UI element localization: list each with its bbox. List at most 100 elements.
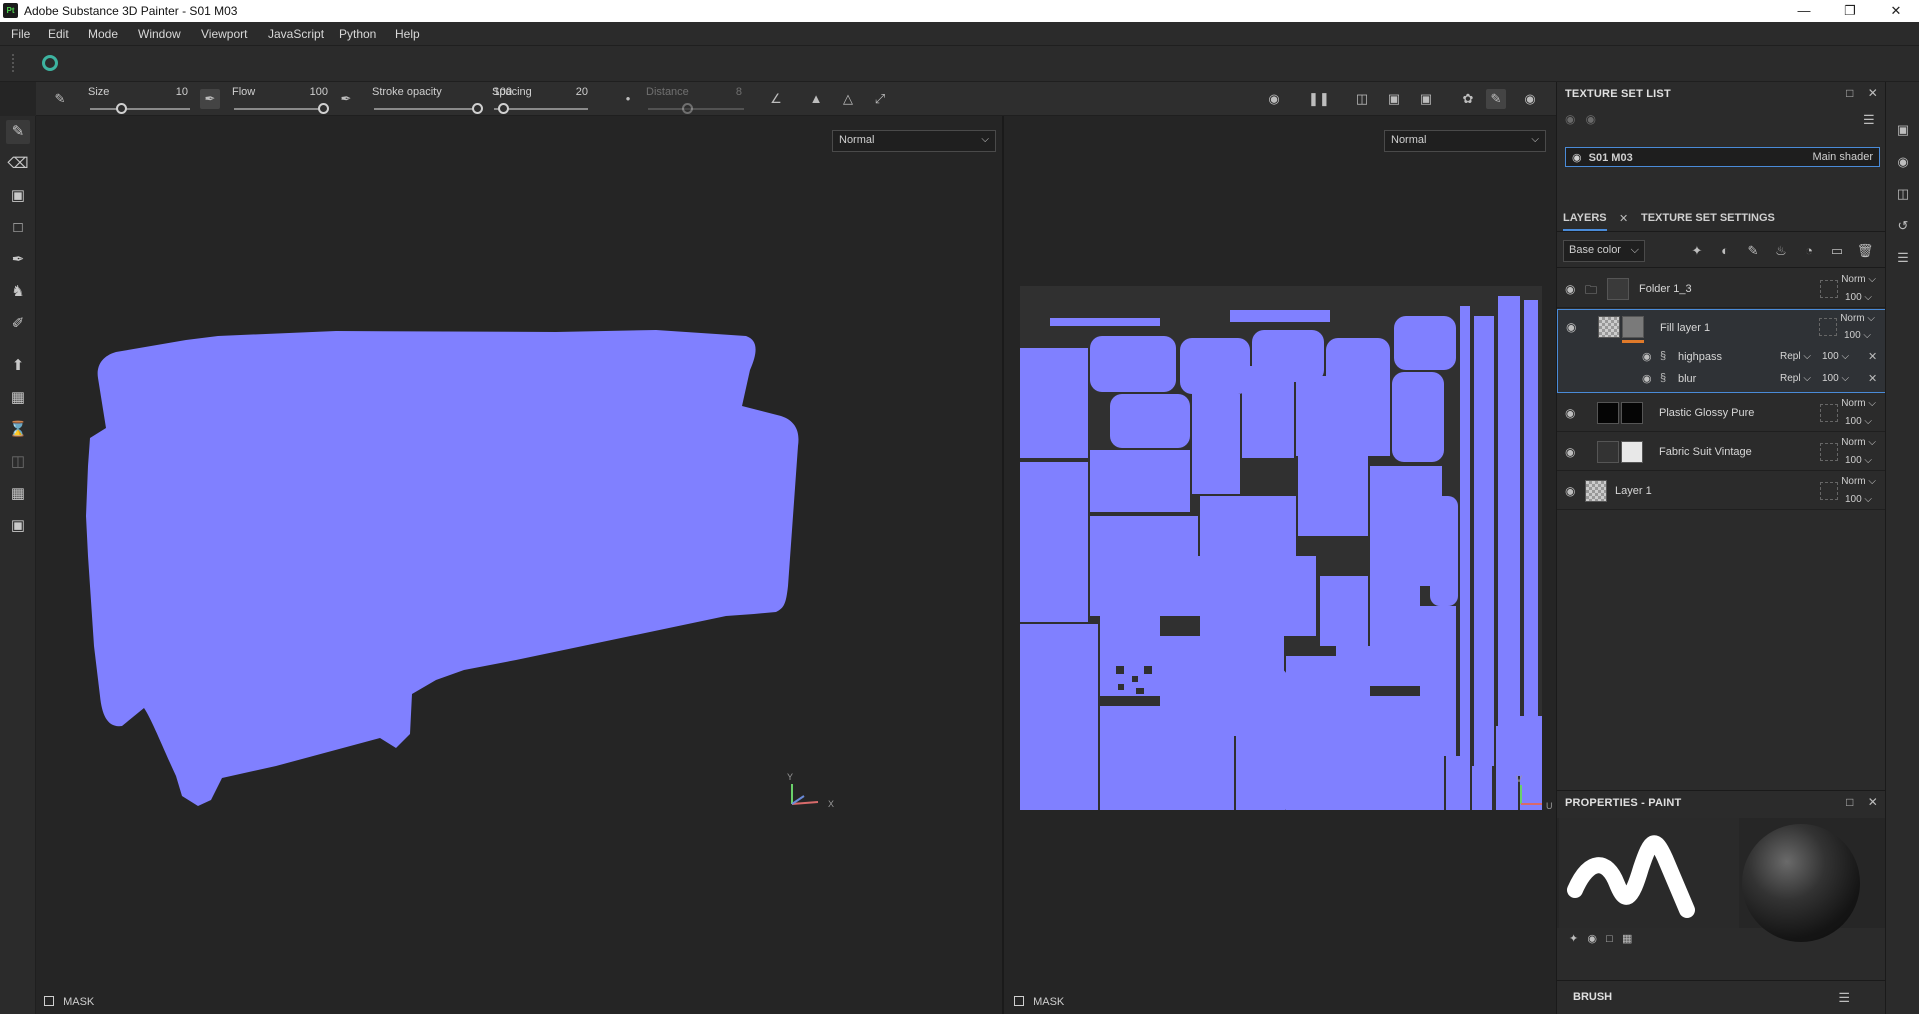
layer-opacity[interactable]: 100 ⌵ (1845, 455, 1872, 466)
restore-icon[interactable]: ❐ (1827, 0, 1873, 22)
shader-name[interactable]: Main shader (1812, 151, 1873, 163)
smudge-icon[interactable]: ✒ (6, 248, 30, 272)
eye-icon[interactable]: ◉ (1566, 320, 1576, 334)
layer-row-selected[interactable]: ◉ Fill layer 1 Norm ⌵ 100 ⌵ ◉ § highpass… (1557, 309, 1886, 393)
mask-placeholder[interactable] (1820, 404, 1838, 422)
assets-icon[interactable]: ◫ (1893, 184, 1913, 204)
history-icon[interactable]: ↺ (1893, 216, 1913, 236)
bake-mesh-icon[interactable]: ⬆ (6, 354, 30, 378)
hide-icon[interactable]: ◉ (1264, 89, 1284, 109)
viewport-2d[interactable]: Normal ⌵ V U MASK (1006, 116, 1556, 1014)
drag-grip-icon[interactable] (12, 54, 16, 72)
cube-icon[interactable]: ▣ (1384, 89, 1404, 109)
eye-icon[interactable]: ◉ (1642, 372, 1652, 385)
pause-icon[interactable]: ❚❚ (1308, 89, 1330, 109)
geometry-mask-icon[interactable]: □ (6, 216, 30, 240)
size-slider-knob[interactable] (116, 103, 127, 114)
add-smart-material-icon[interactable]: ◔ (1799, 241, 1819, 261)
layer-name[interactable]: Plastic Glossy Pure (1659, 407, 1754, 419)
mask-placeholder[interactable] (1819, 318, 1837, 336)
clone-stamp-icon[interactable]: ♞ (6, 280, 30, 304)
menu-help[interactable]: Help (395, 27, 420, 41)
export-icon[interactable]: ▦ (6, 482, 30, 506)
flow-value[interactable]: 100 (298, 86, 328, 98)
layer-name[interactable]: Fabric Suit Vintage (1659, 446, 1752, 458)
eraser-icon[interactable]: ⌫ (6, 152, 30, 176)
bake-icon[interactable]: ✿ (1458, 89, 1478, 109)
channel-select[interactable]: Base color ⌵ (1563, 240, 1645, 262)
stroke-opacity-slider-knob[interactable] (472, 103, 483, 114)
layer-row[interactable]: ◉ Plastic Glossy Pure Norm ⌵ 100 ⌵ (1557, 394, 1886, 432)
hourglass-icon[interactable]: ⌛ (6, 418, 30, 442)
shader-settings-icon[interactable]: ◉ (1893, 152, 1913, 172)
layer-blend-mode[interactable]: Norm ⌵ (1841, 274, 1876, 285)
tset-visibility-icons[interactable]: ◉ ◉ (1565, 112, 1596, 126)
remove-effect-icon[interactable]: ✕ (1868, 372, 1877, 385)
package-icon[interactable]: ▣ (6, 514, 30, 538)
viewport-2d-blend-select[interactable]: Normal ⌵ (1384, 130, 1546, 152)
effect-blend[interactable]: Repl ⌵ (1780, 373, 1811, 384)
menu-window[interactable]: Window (138, 27, 181, 41)
transform-icon[interactable]: ⤢ (870, 89, 890, 109)
paint-brush-icon[interactable]: ✎ (6, 120, 30, 144)
brush-settings-icons[interactable]: ✦ ◉ □ ▦ (1569, 932, 1632, 945)
menu-file[interactable]: File (11, 27, 30, 41)
display-settings-icon[interactable]: ▣ (1893, 120, 1913, 140)
size-slider[interactable] (90, 108, 190, 110)
delete-layer-icon[interactable]: 🗑 (1855, 241, 1875, 261)
uv-icon[interactable]: ▦ (6, 386, 30, 410)
close-tab-icon[interactable]: ✕ (1619, 212, 1628, 225)
flow-slider[interactable] (234, 108, 328, 110)
add-paint-layer-icon[interactable]: ✎ (1743, 241, 1763, 261)
effect-row[interactable]: ◉ § blur Repl ⌵ 100 ⌵ ✕ (1638, 370, 1886, 390)
stroke-pen-icon[interactable]: ✒ (336, 89, 356, 109)
brush-menu-icon[interactable]: ☰ (1838, 990, 1850, 1006)
paint-mode-icon[interactable]: ✎ (1486, 89, 1506, 109)
remove-effect-icon[interactable]: ✕ (1868, 350, 1877, 363)
float-panel-icon[interactable]: □ (1846, 86, 1853, 100)
viewport-3d[interactable]: Normal ⌵ Y X MASK (36, 116, 1004, 1014)
layer-row[interactable]: ◉ Layer 1 Norm ⌵ 100 ⌵ (1557, 472, 1886, 510)
layer-blend-mode[interactable]: Norm ⌵ (1841, 437, 1876, 448)
effect-row[interactable]: ◉ § highpass Repl ⌵ 100 ⌵ ✕ (1638, 348, 1886, 368)
layer-name[interactable]: Layer 1 (1615, 485, 1652, 497)
layer-opacity[interactable]: 100 ⌵ (1845, 494, 1872, 505)
eye-icon[interactable]: ◉ (1565, 406, 1575, 420)
mask-checkbox-icon[interactable] (44, 996, 54, 1006)
sync-status-icon[interactable] (42, 55, 58, 71)
layer-opacity[interactable]: 100 ⌵ (1845, 416, 1872, 427)
add-fill-layer-icon[interactable]: ♨ (1771, 241, 1791, 261)
add-effect-icon[interactable]: ✦ (1687, 241, 1707, 261)
screenshot-icon[interactable]: ◉ (1520, 89, 1540, 109)
stroke-opacity-slider[interactable] (374, 108, 478, 110)
effect-opacity[interactable]: 100 ⌵ (1822, 373, 1849, 384)
flow-pen-icon[interactable]: ✒ (200, 89, 220, 109)
tab-texture-set-settings[interactable]: TEXTURE SET SETTINGS (1641, 212, 1775, 224)
float-panel-icon[interactable]: □ (1846, 795, 1853, 809)
mirror-icon[interactable]: △ (838, 89, 858, 109)
split-view-icon[interactable]: ◫ (1352, 89, 1372, 109)
layer-blend-mode[interactable]: Norm ⌵ (1841, 398, 1876, 409)
texture-set-row[interactable]: ◉ S01 M03 Main shader (1565, 147, 1880, 167)
add-mask-icon[interactable]: ◐ (1715, 241, 1735, 261)
close-panel-icon[interactable]: ✕ (1868, 795, 1878, 809)
eye-icon[interactable]: ◉ (1565, 445, 1575, 459)
projection-icon[interactable]: ▣ (6, 184, 30, 208)
viewport-3d-mask[interactable]: MASK (36, 992, 1002, 1014)
layer-opacity[interactable]: 100 ⌵ (1845, 292, 1872, 303)
layer-row[interactable]: ◉ 🗀 Folder 1_3 Norm ⌵ 100 ⌵ (1557, 270, 1886, 308)
layer-name[interactable]: Fill layer 1 (1660, 322, 1710, 334)
size-value[interactable]: 10 (158, 86, 188, 98)
layer-name[interactable]: Folder 1_3 (1639, 283, 1692, 295)
flow-slider-knob[interactable] (318, 103, 329, 114)
eye-icon[interactable]: ◉ (1572, 152, 1582, 164)
close-panel-icon[interactable]: ✕ (1868, 86, 1878, 100)
menu-mode[interactable]: Mode (88, 27, 118, 41)
log-icon[interactable]: ☰ (1893, 248, 1913, 268)
symmetry-icon[interactable]: ▲ (806, 89, 826, 109)
menu-viewport[interactable]: Viewport (201, 27, 247, 41)
tset-menu-icon[interactable]: ☰ (1863, 112, 1875, 128)
layer-blend-mode[interactable]: Norm ⌵ (1841, 476, 1876, 487)
spacing-slider-knob[interactable] (498, 103, 509, 114)
angle-icon[interactable]: ∠ (766, 89, 786, 109)
